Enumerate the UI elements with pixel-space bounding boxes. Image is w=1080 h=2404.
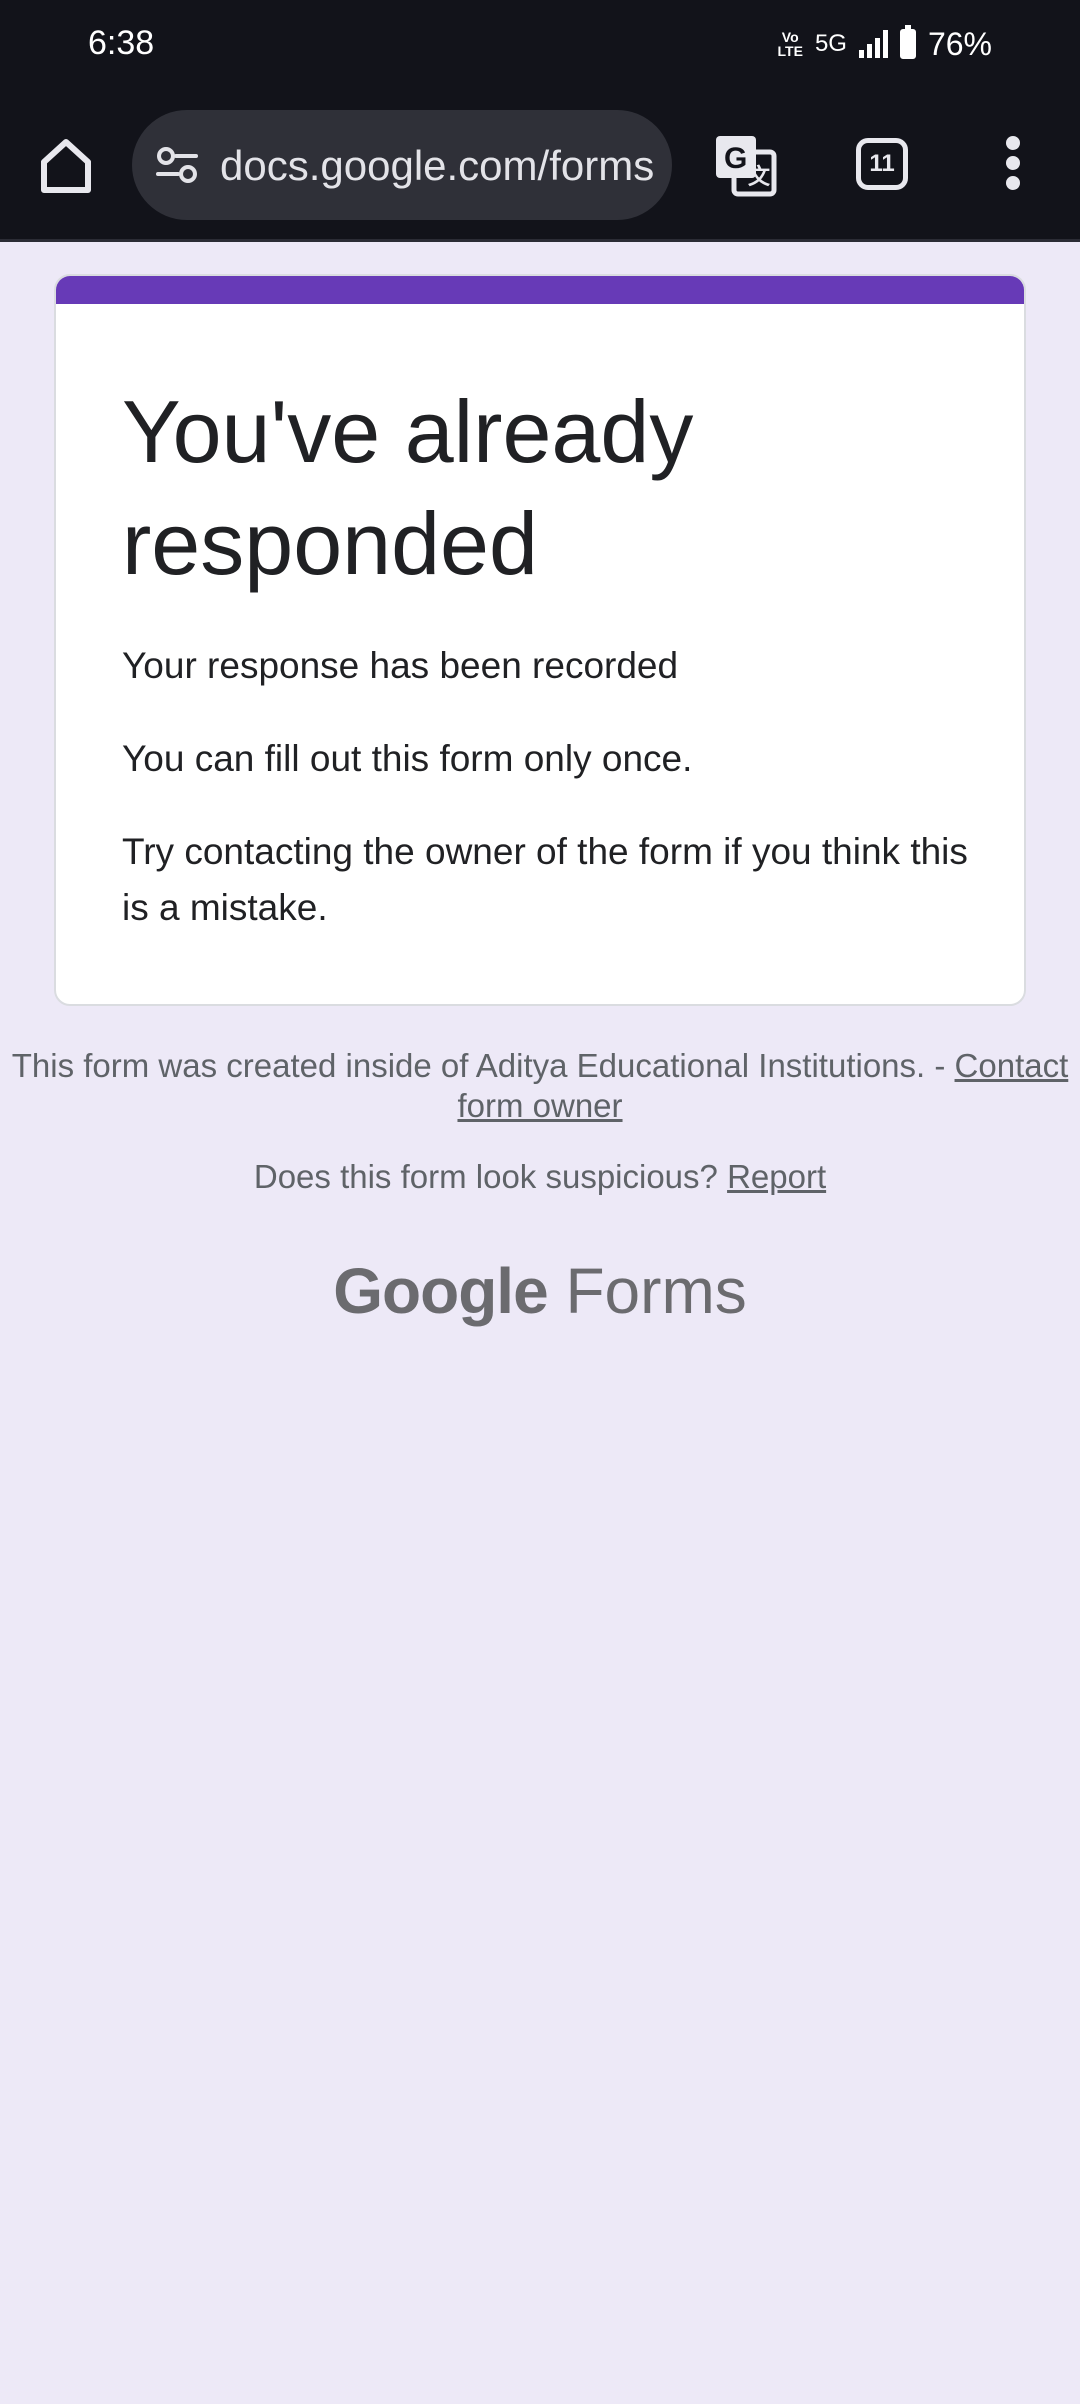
once-message: You can fill out this form only once. — [122, 738, 693, 779]
status-icons: Vo LTE 5G 76% — [778, 22, 992, 66]
battery-percent: 76% — [927, 25, 992, 62]
network-type: 5G — [814, 30, 847, 57]
svg-text:G: G — [724, 142, 747, 175]
site-settings-icon[interactable] — [154, 142, 200, 188]
url-text[interactable]: docs.google.com/forms — [220, 142, 660, 190]
menu-dot-icon — [1006, 156, 1020, 170]
card-accent-bar — [56, 276, 1024, 304]
volte-icon: Vo LTE — [777, 29, 803, 59]
tab-switcher-button[interactable]: 11 — [856, 138, 908, 190]
suspicious-text: Does this form look suspicious? — [253, 1158, 718, 1195]
home-icon — [41, 139, 91, 193]
browser-toolbar: docs.google.com/forms G 文 11 — [0, 90, 1080, 242]
translate-icon: G 文 — [716, 136, 777, 197]
contact-message: Try contacting the owner of the form if … — [122, 831, 968, 928]
svg-text:文: 文 — [748, 164, 771, 189]
status-time: 6:38 — [88, 24, 155, 62]
address-bar[interactable]: docs.google.com/forms — [132, 110, 672, 220]
more-options-button[interactable] — [998, 136, 1028, 196]
status-bar: 6:38 Vo LTE 5G 76% — [0, 0, 1080, 90]
google-wordmark: Google — [333, 1255, 548, 1327]
form-footer: This form was created inside of Aditya E… — [0, 1046, 1080, 1126]
recorded-message: Your response has been recorded — [122, 645, 679, 686]
dash-text: - — [925, 1047, 955, 1084]
created-by-text: This form was created inside of Aditya E… — [11, 1047, 926, 1084]
google-forms-logo[interactable]: Google Forms — [0, 1254, 1080, 1328]
card-title: You've already responded — [122, 382, 694, 593]
translate-button[interactable]: G 文 — [712, 132, 778, 198]
report-link[interactable]: Report — [727, 1158, 826, 1195]
suspicious-line: Does this form look suspicious? Report — [0, 1158, 1080, 1196]
menu-dot-icon — [1006, 176, 1020, 190]
response-card: You've already responded Your response h… — [54, 274, 1026, 1006]
signal-icon — [858, 30, 888, 58]
menu-dot-icon — [1006, 136, 1020, 150]
home-button[interactable] — [34, 134, 98, 198]
battery-icon — [899, 25, 916, 59]
forms-wordmark: Forms — [565, 1255, 747, 1327]
